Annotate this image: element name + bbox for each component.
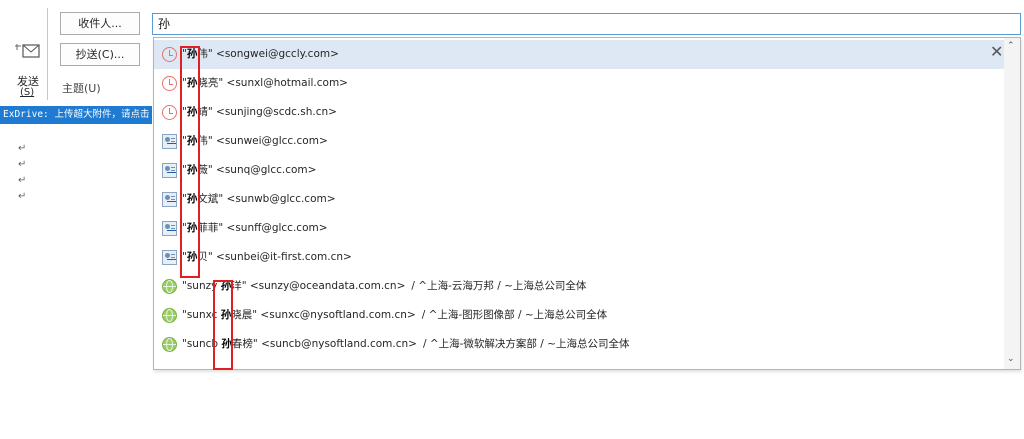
contact-icon	[162, 163, 177, 178]
contact-name: 晓亮	[197, 77, 219, 89]
suggestion-text: "suncb 孙春榜" <suncb@nysoftland.com.cn> / ^…	[182, 338, 630, 350]
send-icon	[15, 44, 40, 58]
suggestion-row[interactable]: "suncb 孙春榜" <suncb@nysoftland.com.cn> / ^…	[154, 330, 1004, 359]
suggestion-row[interactable]: "sunzy 孙洋" <sunzy@oceandata.com.cn> / ^上海…	[154, 272, 1004, 301]
contact-email: <sunwb@glcc.com>	[226, 193, 336, 205]
suggestion-text: "孙伟" <sunwei@glcc.com>	[182, 135, 328, 147]
suggestion-text: "孙菲菲" <sunff@glcc.com>	[182, 222, 328, 234]
globe-icon	[162, 279, 177, 294]
contact-department: / ^上海-图形图像部 / ~上海总公司全体	[421, 309, 608, 321]
contact-name: 春榜	[231, 338, 253, 350]
subject-label: 主题(U)	[62, 82, 101, 95]
suggestion-row[interactable]: "孙伟" <songwei@gccly.com>	[154, 40, 1004, 69]
contact-icon	[162, 250, 177, 265]
suggestion-row[interactable]: "孙伟" <sunwei@glcc.com>	[154, 127, 1004, 156]
suggestion-text: "孙薇" <sunq@glcc.com>	[182, 164, 317, 176]
send-shortcut: (S)	[20, 87, 35, 98]
paragraph-mark: ↵	[18, 159, 27, 170]
contact-name: 文斌	[197, 193, 219, 205]
suggestion-text: "孙晓亮" <sunxl@hotmail.com>	[182, 77, 348, 89]
contact-name: 晓晨	[231, 309, 253, 321]
send-button[interactable]: 发送 (S)	[0, 8, 48, 100]
contact-email: <sunwei@glcc.com>	[216, 135, 328, 147]
contact-email: <sunxl@hotmail.com>	[226, 77, 348, 89]
suggestion-row[interactable]: "孙薇" <sunq@glcc.com>	[154, 156, 1004, 185]
to-input[interactable]: 孙	[152, 13, 1021, 35]
contact-email: <sunff@glcc.com>	[226, 222, 328, 234]
cc-button[interactable]: 抄送(C)...	[60, 43, 140, 66]
suggestion-text: "sunxc 孙晓晨" <sunxc@nysoftland.com.cn> / ^…	[182, 309, 608, 321]
contact-email: <sunxc@nysoftland.com.cn>	[260, 309, 416, 321]
contact-department: / ^上海-微软解决方案部 / ~上海总公司全体	[422, 338, 630, 350]
contact-email: <sunbei@it-first.com.cn>	[216, 251, 352, 263]
autocomplete-dropdown: "suncb 孙春榜" <suncb@nysoftland.com.cn> / ^…	[153, 37, 1021, 370]
paragraph-mark: ↵	[18, 143, 27, 154]
scroll-up-icon[interactable]: ⌃	[1007, 41, 1015, 51]
highlight-box	[213, 280, 233, 370]
contact-icon	[162, 134, 177, 149]
suggestion-text: "孙伟" <songwei@gccly.com>	[182, 48, 339, 60]
compose-header-left: 发送 (S) 收件人... 抄送(C)... 主题(U) ExDrive: 上传…	[0, 0, 152, 439]
suggestion-text: "孙靖" <sunjing@scdc.sh.cn>	[182, 106, 337, 118]
suggestion-row[interactable]: "孙贝" <sunbei@it-first.com.cn>	[154, 243, 1004, 272]
contact-department: / ^上海-云海万邦 / ~上海总公司全体	[411, 280, 587, 292]
contact-email: <suncb@nysoftland.com.cn>	[261, 338, 417, 350]
suggestion-row[interactable]: "孙晓亮" <sunxl@hotmail.com>	[154, 69, 1004, 98]
clock-icon	[162, 76, 177, 91]
paragraph-mark: ↵	[18, 191, 27, 202]
scroll-down-icon[interactable]: ⌄	[1007, 354, 1015, 364]
contact-email: <sunq@glcc.com>	[216, 164, 317, 176]
globe-icon	[162, 337, 177, 352]
highlight-box	[180, 46, 200, 278]
paragraph-mark: ↵	[18, 175, 27, 186]
suggestion-row[interactable]: "孙靖" <sunjing@scdc.sh.cn>	[154, 98, 1004, 127]
contact-email: <sunzy@oceandata.com.cn>	[249, 280, 406, 292]
globe-icon	[162, 308, 177, 323]
suggestion-text: "孙文斌" <sunwb@glcc.com>	[182, 193, 336, 205]
suggestion-row[interactable]: "孙菲菲" <sunff@glcc.com>	[154, 214, 1004, 243]
suggestion-row[interactable]: "孙文斌" <sunwb@glcc.com>	[154, 185, 1004, 214]
scrollbar[interactable]: ⌃ ⌄	[1004, 38, 1020, 369]
clock-icon	[162, 47, 177, 62]
contact-email: <sunjing@scdc.sh.cn>	[216, 106, 337, 118]
suggestion-row[interactable]: "sunxc 孙晓晨" <sunxc@nysoftland.com.cn> / ^…	[154, 301, 1004, 330]
suggestion-text: "sunzy 孙洋" <sunzy@oceandata.com.cn> / ^上海…	[182, 280, 587, 292]
clock-icon	[162, 105, 177, 120]
to-button[interactable]: 收件人...	[60, 12, 140, 35]
suggestion-text: "孙贝" <sunbei@it-first.com.cn>	[182, 251, 352, 263]
contact-name: 菲菲	[197, 222, 219, 234]
exdrive-banner[interactable]: ExDrive: 上传超大附件，请点击	[0, 106, 152, 124]
close-icon[interactable]: ✕	[990, 42, 1003, 62]
contact-email: <songwei@gccly.com>	[216, 48, 339, 60]
contact-icon	[162, 221, 177, 236]
contact-icon	[162, 192, 177, 207]
